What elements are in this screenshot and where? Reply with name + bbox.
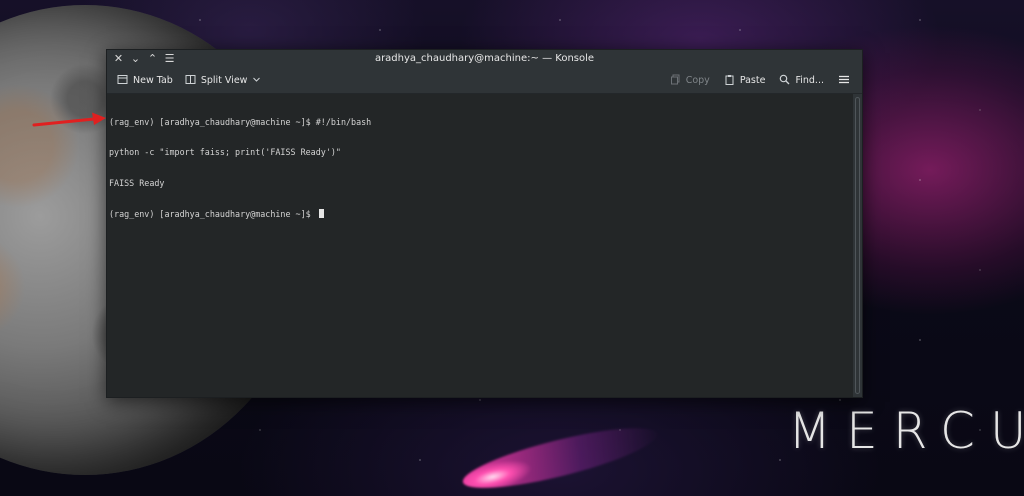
konsole-window: ✕ ⌄ ⌃ ☰ aradhya_chaudhary@machine:~ — Ko… — [106, 49, 863, 398]
find-label: Find... — [795, 75, 824, 86]
terminal-prompt: (rag_env) [aradhya_chaudhary@machine ~]$ — [109, 209, 316, 220]
terminal-line: FAISS Ready — [109, 178, 165, 189]
split-view-icon — [185, 74, 196, 88]
find-button[interactable]: Find... — [773, 70, 830, 92]
search-icon — [779, 74, 790, 88]
red-arrow-annotation — [32, 112, 106, 127]
scrollbar-thumb[interactable] — [855, 97, 860, 394]
wallpaper-title: MERCURY — [788, 402, 1024, 460]
paste-icon — [724, 74, 735, 88]
maximize-icon[interactable]: ⌃ — [147, 50, 158, 68]
split-view-button[interactable]: Split View — [179, 70, 268, 92]
paste-label: Paste — [739, 75, 766, 86]
terminal-scrollbar[interactable] — [853, 94, 862, 397]
minimize-icon[interactable]: ⌄ — [130, 50, 141, 68]
new-tab-label: New Tab — [133, 75, 173, 86]
terminal-output[interactable]: (rag_env) [aradhya_chaudhary@machine ~]$… — [107, 94, 853, 397]
window-controls: ✕ ⌄ ⌃ ☰ — [107, 50, 175, 68]
terminal-line: python -c "import faiss; print('FAISS Re… — [109, 147, 341, 158]
new-tab-icon — [117, 74, 128, 88]
new-tab-button[interactable]: New Tab — [111, 70, 179, 92]
text-cursor — [318, 209, 324, 219]
copy-button[interactable]: Copy — [664, 70, 716, 92]
hamburger-menu-button[interactable] — [832, 70, 856, 92]
split-view-label: Split View — [200, 75, 248, 86]
copy-icon — [670, 74, 681, 88]
window-titlebar[interactable]: ✕ ⌄ ⌃ ☰ aradhya_chaudhary@machine:~ — Ko… — [107, 50, 862, 68]
copy-label: Copy — [685, 75, 710, 86]
window-menu-icon[interactable]: ☰ — [164, 50, 175, 68]
terminal-line: (rag_env) [aradhya_chaudhary@machine ~]$… — [109, 116, 372, 127]
terminal-prompt-line: (rag_env) [aradhya_chaudhary@machine ~]$ — [109, 209, 853, 219]
window-title: aradhya_chaudhary@machine:~ — Konsole — [374, 53, 595, 64]
konsole-toolbar: New Tab Split View Copy Paste Find... — [107, 68, 862, 94]
chevron-down-icon — [252, 74, 261, 87]
hamburger-menu-icon — [838, 74, 850, 88]
paste-button[interactable]: Paste — [718, 70, 772, 92]
close-icon[interactable]: ✕ — [113, 50, 124, 68]
